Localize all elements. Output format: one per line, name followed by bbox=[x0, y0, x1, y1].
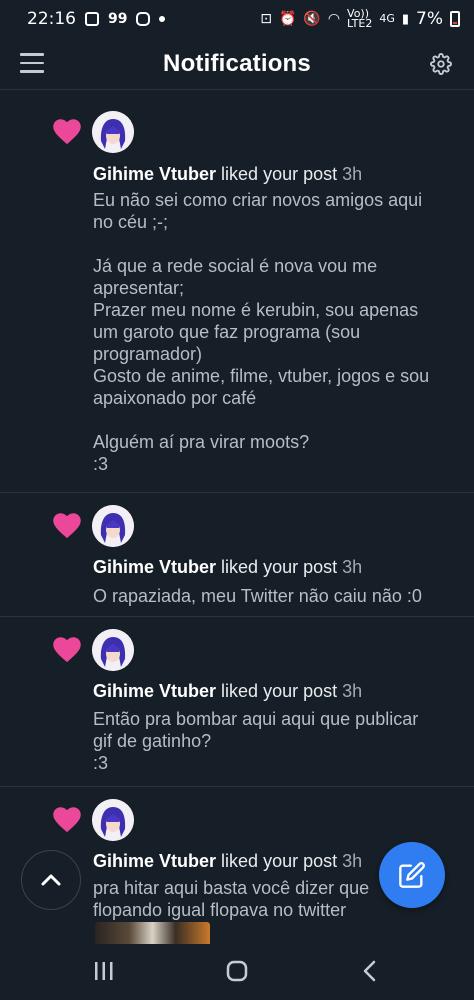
action-text: liked your post bbox=[221, 851, 338, 871]
notification-headline: Gihime Vtuber liked your post 3h bbox=[93, 557, 362, 578]
avatar[interactable] bbox=[92, 111, 134, 153]
heart-icon bbox=[53, 119, 81, 145]
timestamp: 3h bbox=[342, 851, 363, 871]
scroll-to-top-button[interactable] bbox=[21, 850, 81, 910]
lte-label: LTE2 bbox=[347, 17, 373, 30]
quote-icon: 99 bbox=[108, 11, 128, 27]
action-text: liked your post bbox=[221, 164, 338, 184]
post-image-thumbnail[interactable] bbox=[95, 922, 210, 944]
status-bar: 22:16 99 ⊡ ⏰ 🔇 ◠ Vo)) LTE2 4G ▮ 7% bbox=[0, 0, 474, 38]
notification-headline: Gihime Vtuber liked your post 3h bbox=[93, 851, 362, 872]
notification-list: Gihime Vtuber liked your post 3h Eu não … bbox=[0, 91, 474, 947]
compose-button[interactable] bbox=[379, 842, 445, 908]
avatar[interactable] bbox=[92, 799, 134, 841]
alarm-icon: ⏰ bbox=[278, 11, 297, 27]
home-icon[interactable] bbox=[226, 960, 248, 982]
volte-indicator: Vo)) LTE2 bbox=[347, 8, 373, 30]
gear-icon[interactable] bbox=[430, 53, 452, 75]
heart-icon bbox=[53, 513, 81, 539]
chevron-up-icon bbox=[41, 874, 61, 886]
action-text: liked your post bbox=[221, 681, 338, 701]
battery-percent: 7% bbox=[416, 9, 443, 29]
user-name[interactable]: Gihime Vtuber bbox=[93, 851, 216, 871]
data-type-label: 4G bbox=[379, 12, 395, 25]
battery-icon bbox=[450, 11, 460, 27]
heart-icon bbox=[53, 807, 81, 833]
notification-item[interactable]: Gihime Vtuber liked your post 3h Então p… bbox=[0, 617, 474, 787]
battery-saver-icon: ⊡ bbox=[260, 11, 272, 27]
back-icon[interactable] bbox=[362, 960, 378, 982]
page-title: Notifications bbox=[163, 50, 311, 77]
avatar[interactable] bbox=[92, 629, 134, 671]
timestamp: 3h bbox=[342, 681, 363, 701]
timestamp: 3h bbox=[342, 557, 363, 577]
heart-icon bbox=[53, 637, 81, 663]
wifi-icon: ◠ bbox=[327, 11, 341, 27]
notification-headline: Gihime Vtuber liked your post 3h bbox=[93, 681, 362, 702]
mute-icon: 🔇 bbox=[303, 11, 321, 27]
user-name[interactable]: Gihime Vtuber bbox=[93, 164, 216, 184]
instagram-icon bbox=[136, 12, 151, 26]
action-text: liked your post bbox=[221, 557, 338, 577]
notification-item[interactable]: Gihime Vtuber liked your post 3h Eu não … bbox=[0, 91, 474, 493]
compose-icon bbox=[399, 862, 425, 888]
app-header: Notifications bbox=[0, 38, 474, 90]
signal-icon: ▮ bbox=[401, 11, 410, 27]
notification-item[interactable]: Gihime Vtuber liked your post 3h O rapaz… bbox=[0, 493, 474, 617]
post-text: Então pra bombar aqui aqui que publicar … bbox=[93, 709, 419, 773]
user-name[interactable]: Gihime Vtuber bbox=[93, 557, 216, 577]
status-time: 22:16 bbox=[27, 9, 76, 29]
system-nav-bar bbox=[0, 944, 474, 1000]
notification-headline: Gihime Vtuber liked your post 3h bbox=[93, 164, 362, 185]
timestamp: 3h bbox=[342, 164, 363, 184]
user-name[interactable]: Gihime Vtuber bbox=[93, 681, 216, 701]
recent-apps-icon[interactable] bbox=[94, 960, 114, 982]
more-notifications-dot-icon bbox=[159, 16, 166, 22]
avatar[interactable] bbox=[92, 505, 134, 547]
gallery-icon bbox=[85, 12, 99, 26]
post-text: O rapaziada, meu Twitter não caiu não :0 bbox=[93, 586, 422, 606]
post-text: Eu não sei como criar novos amigos aqui … bbox=[93, 190, 430, 474]
